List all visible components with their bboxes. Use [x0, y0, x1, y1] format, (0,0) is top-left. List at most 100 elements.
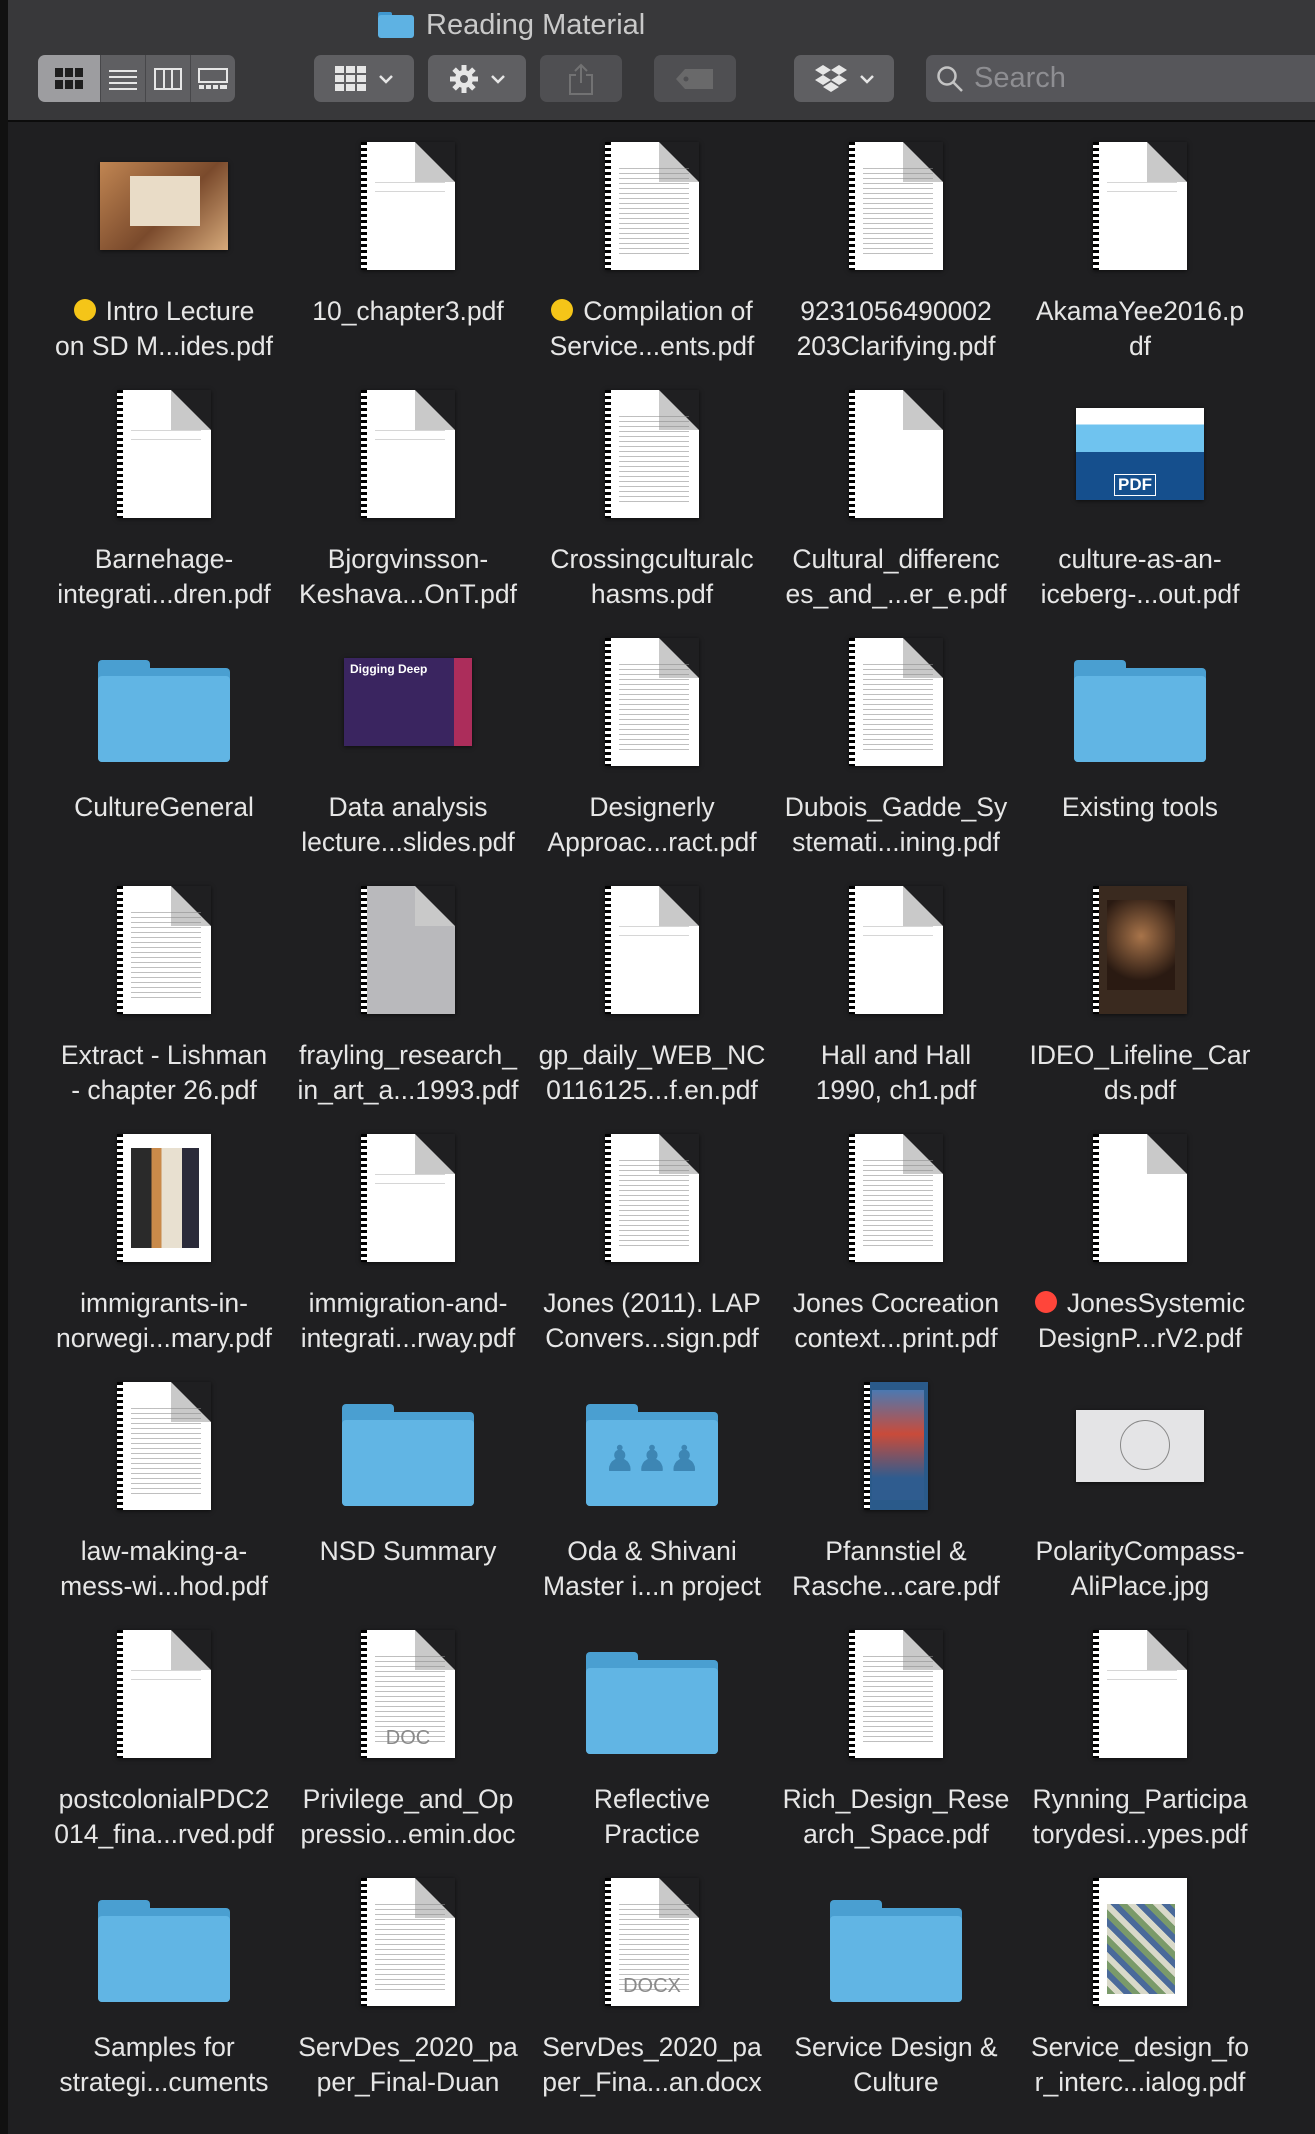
file-name-label: Jones (2011). LAP Convers...sign.pdf	[530, 1286, 774, 1356]
file-name-text: CultureGeneral	[74, 792, 254, 822]
action-menu-button[interactable]	[428, 55, 526, 102]
file-name-text: Service_design_fo r_interc...ialog.pdf	[1030, 2032, 1250, 2097]
file-item[interactable]: ♟♟♟ Oda & Shivani Master i...n project	[530, 1372, 774, 1620]
file-name-text: Designerly Approac...ract.pdf	[547, 792, 757, 857]
file-item[interactable]: 10_chapter3.pdf	[286, 132, 530, 380]
pdf-thumbnail	[42, 1124, 286, 1272]
file-item[interactable]: Compilation of Service...ents.pdf	[530, 132, 774, 380]
icon-view-button[interactable]	[38, 55, 101, 102]
file-item[interactable]: PolarityCompass- AliPlace.jpg	[1018, 1372, 1262, 1620]
file-item[interactable]: DOCX ServDes_2020_pa per_Fina...an.docx	[530, 1868, 774, 2116]
file-item[interactable]: NSD Summary	[286, 1372, 530, 1620]
file-item[interactable]: Hall and Hall 1990, ch1.pdf	[774, 876, 1018, 1124]
column-view-button[interactable]	[146, 55, 191, 102]
yellow-tag-icon	[73, 299, 96, 321]
file-name-label: immigration-and- integrati...rway.pdf	[286, 1286, 530, 1356]
search-field[interactable]	[926, 55, 1315, 102]
document-cover-thumbnail: Digging Deep	[286, 628, 530, 776]
gallery-view-button[interactable]	[191, 55, 235, 102]
folder-icon	[42, 628, 286, 776]
folder-icon	[286, 1372, 530, 1520]
file-name-label: Rynning_Participa torydesi...ypes.pdf	[1018, 1782, 1262, 1852]
file-name-text: AkamaYee2016.p df	[1035, 296, 1245, 361]
file-item[interactable]: Existing tools	[1018, 628, 1262, 876]
file-item[interactable]: Reflective Practice	[530, 1620, 774, 1868]
file-item[interactable]: Dubois_Gadde_Sy stemati...ining.pdf	[774, 628, 1018, 876]
file-item[interactable]: PDF culture-as-an- iceberg-...out.pdf	[1018, 380, 1262, 628]
file-item[interactable]: IDEO_Lifeline_Car ds.pdf	[1018, 876, 1262, 1124]
file-name-label: Reflective Practice	[530, 1782, 774, 1852]
folder-icon	[42, 1868, 286, 2016]
file-item[interactable]: Jones Cocreation context...print.pdf	[774, 1124, 1018, 1372]
file-name-text: ServDes_2020_pa per_Fina...an.docx	[542, 2032, 762, 2097]
document-thumbnail	[774, 1124, 1018, 1272]
group-by-button[interactable]	[314, 55, 414, 102]
file-item[interactable]: Pfannstiel & Rasche...care.pdf	[774, 1372, 1018, 1620]
document-thumbnail	[286, 132, 530, 280]
file-item[interactable]: law-making-a- mess-wi...hod.pdf	[42, 1372, 286, 1620]
document-thumbnail	[42, 1372, 286, 1520]
file-item[interactable]: Samples for strategi...cuments	[42, 1868, 286, 2116]
file-name-text: ServDes_2020_pa per_Final-Duan	[298, 2032, 518, 2097]
file-item[interactable]: Digging Deep Data analysis lecture...slid…	[286, 628, 530, 876]
document-thumbnail	[286, 380, 530, 528]
file-item[interactable]: AkamaYee2016.p df	[1018, 132, 1262, 380]
pdf-thumbnail	[1018, 1868, 1262, 2016]
file-item[interactable]: gp_daily_WEB_NC 0116125...f.en.pdf	[530, 876, 774, 1124]
file-item[interactable]: Rynning_Participa torydesi...ypes.pdf	[1018, 1620, 1262, 1868]
file-name-label: 9231056490002 203Clarifying.pdf	[774, 294, 1018, 364]
document-thumbnail	[774, 1620, 1018, 1768]
file-name-text: Cultural_differenc es_and_...er_e.pdf	[785, 544, 1007, 609]
file-item[interactable]: Rich_Design_Rese arch_Space.pdf	[774, 1620, 1018, 1868]
search-input[interactable]	[974, 62, 1294, 95]
file-name-text: Compilation of Service...ents.pdf	[549, 296, 755, 361]
document-thumbnail	[530, 628, 774, 776]
tags-button[interactable]	[654, 55, 736, 102]
grid-icon	[55, 67, 83, 89]
file-name-label: Data analysis lecture...slides.pdf	[286, 790, 530, 860]
document-thumbnail	[1018, 132, 1262, 280]
chevron-down-icon	[491, 74, 505, 84]
file-name-label: IDEO_Lifeline_Car ds.pdf	[1018, 1038, 1262, 1108]
file-item[interactable]: Designerly Approac...ract.pdf	[530, 628, 774, 876]
file-name-label: Service_design_fo r_interc...ialog.pdf	[1018, 2030, 1262, 2100]
file-item[interactable]: 9231056490002 203Clarifying.pdf	[774, 132, 1018, 380]
list-view-button[interactable]	[101, 55, 146, 102]
file-name-text: Barnehage- integrati...dren.pdf	[57, 544, 271, 609]
gallery-icon	[198, 67, 228, 89]
file-item[interactable]: Bjorgvinsson- Keshava...OnT.pdf	[286, 380, 530, 628]
file-item[interactable]: Service_design_fo r_interc...ialog.pdf	[1018, 1868, 1262, 2116]
file-item[interactable]: Intro Lecture on SD M...ides.pdf	[42, 132, 286, 380]
file-item[interactable]: Cultural_differenc es_and_...er_e.pdf	[774, 380, 1018, 628]
file-name-label: postcolonialPDC2 014_fina...rved.pdf	[42, 1782, 286, 1852]
file-item[interactable]: ServDes_2020_pa per_Final-Duan	[286, 1868, 530, 2116]
file-name-label: law-making-a- mess-wi...hod.pdf	[42, 1534, 286, 1604]
share-button[interactable]	[540, 55, 622, 102]
yellow-tag-icon	[551, 299, 574, 321]
file-name-text: Data analysis lecture...slides.pdf	[301, 792, 515, 857]
dropbox-icon	[815, 64, 847, 92]
file-item[interactable]: immigration-and- integrati...rway.pdf	[286, 1124, 530, 1372]
file-item[interactable]: Crossingculturalc hasms.pdf	[530, 380, 774, 628]
file-item[interactable]: DOC Privilege_and_Op pressio...emin.doc	[286, 1620, 530, 1868]
file-item[interactable]: Jones (2011). LAP Convers...sign.pdf	[530, 1124, 774, 1372]
file-grid: Intro Lecture on SD M...ides.pdf 10_chapt…	[42, 132, 1302, 2116]
file-item[interactable]: frayling_research_ in_art_a...1993.pdf	[286, 876, 530, 1124]
document-thumbnail	[774, 876, 1018, 1024]
file-name-text: Dubois_Gadde_Sy stemati...ining.pdf	[784, 792, 1008, 857]
file-item[interactable]: JonesSystemic DesignP...rV2.pdf	[1018, 1124, 1262, 1372]
file-name-label: frayling_research_ in_art_a...1993.pdf	[286, 1038, 530, 1108]
presentation-thumbnail	[42, 132, 286, 280]
file-item[interactable]: CultureGeneral	[42, 628, 286, 876]
document-thumbnail: DOCX	[530, 1868, 774, 2016]
file-item[interactable]: immigrants-in- norwegi...mary.pdf	[42, 1124, 286, 1372]
file-name-label: Privilege_and_Op pressio...emin.doc	[286, 1782, 530, 1852]
file-item[interactable]: postcolonialPDC2 014_fina...rved.pdf	[42, 1620, 286, 1868]
file-item[interactable]: Barnehage- integrati...dren.pdf	[42, 380, 286, 628]
file-item[interactable]: Extract - Lishman - chapter 26.pdf	[42, 876, 286, 1124]
dropbox-button[interactable]	[794, 55, 894, 102]
folder-icon	[774, 1868, 1018, 2016]
file-name-text: Crossingculturalc hasms.pdf	[550, 544, 754, 609]
file-extension-label: DOC	[385, 1727, 431, 1749]
file-item[interactable]: Service Design & Culture	[774, 1868, 1018, 2116]
